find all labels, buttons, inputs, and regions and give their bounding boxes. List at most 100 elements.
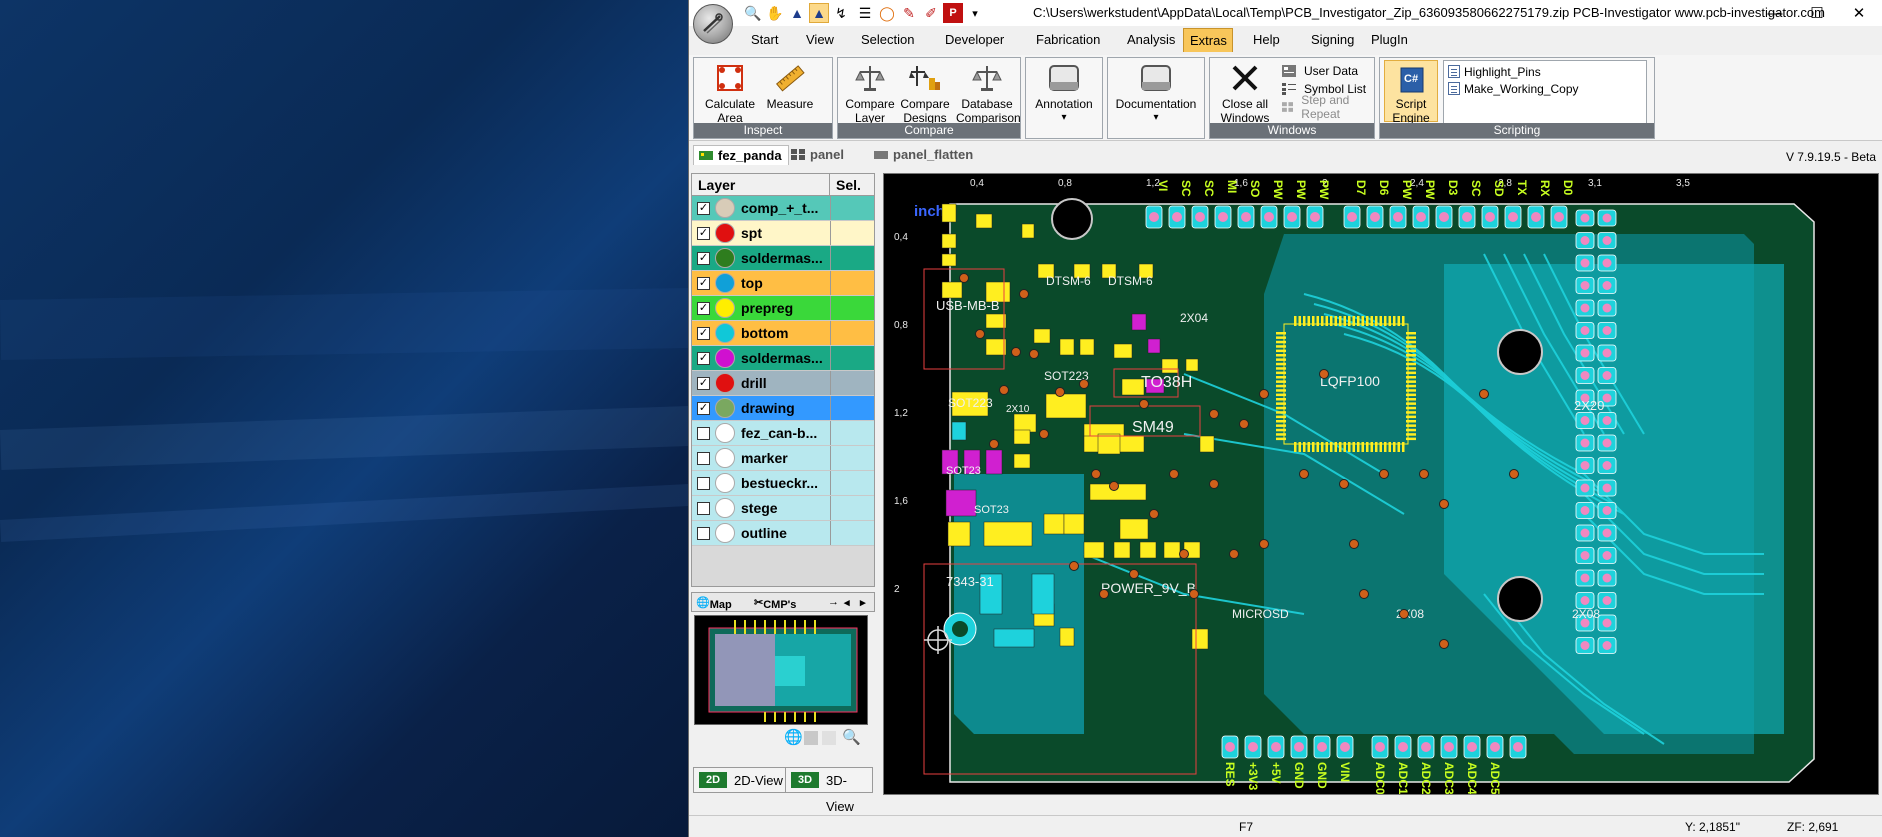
select-arrow-icon[interactable]: ▲ — [809, 3, 829, 23]
compare-designs-button[interactable]: Compare Designs — [898, 60, 952, 125]
layer-color-swatch[interactable] — [715, 373, 735, 393]
tab-selection[interactable]: Selection — [855, 28, 920, 52]
layer-row[interactable]: fez_can-b... — [692, 421, 874, 446]
layer-row[interactable]: stege — [692, 496, 874, 521]
layer-select-cell[interactable] — [830, 271, 874, 295]
cmps-tab[interactable]: ✂ CMP's — [754, 596, 796, 611]
layer-select-cell[interactable] — [830, 471, 874, 495]
magnifier-icon[interactable]: 🔍 — [842, 728, 861, 746]
pcb-canvas[interactable]: 0,4 0,8 1,2 1,6 2 2,4 2,8 3,1 3,5 0,4 0,8 1,2 1,6 2 … — [883, 173, 1879, 795]
layer-select-cell[interactable] — [830, 421, 874, 445]
hand-icon[interactable]: ✋ — [765, 3, 785, 23]
step-and-repeat-button[interactable]: Step and Repeat — [1282, 93, 1374, 121]
list-icon[interactable]: ☰ — [855, 3, 875, 23]
layer-visibility-checkbox[interactable] — [697, 501, 710, 515]
map-tab[interactable]: 🌐 Map — [696, 596, 732, 611]
square-icon[interactable] — [804, 731, 818, 745]
arrow-icon[interactable]: ▲ — [787, 3, 807, 23]
doc-tab-panel-flatten[interactable]: panel_flatten — [869, 145, 979, 165]
layer-visibility-checkbox[interactable]: ✓ — [697, 301, 710, 315]
layer-color-swatch[interactable] — [715, 448, 735, 468]
maximize-button[interactable]: ☐ — [1797, 0, 1837, 26]
minimize-button[interactable]: — — [1755, 0, 1795, 26]
layer-color-swatch[interactable] — [715, 348, 735, 368]
layer-visibility-checkbox[interactable]: ✓ — [697, 376, 710, 390]
layer-color-swatch[interactable] — [715, 298, 735, 318]
layer-select-cell[interactable] — [830, 521, 874, 545]
layer-row[interactable]: ✓ bottom — [692, 321, 874, 346]
dropdown-icon[interactable]: ▾ — [965, 3, 985, 23]
layer-color-swatch[interactable] — [715, 223, 735, 243]
layer-column-header[interactable]: Layer — [692, 174, 830, 195]
globe-icon[interactable]: 🌐 — [784, 728, 803, 746]
layer-visibility-checkbox[interactable] — [697, 451, 710, 465]
tab-view[interactable]: View — [800, 28, 840, 52]
layer-select-cell[interactable] — [830, 446, 874, 470]
pdf-icon[interactable]: P — [943, 3, 963, 23]
annotation-button[interactable]: Annotation ▾ — [1030, 60, 1098, 125]
layer-color-swatch[interactable] — [715, 523, 735, 543]
layer-row[interactable]: ✓ comp_+_t... — [692, 196, 874, 221]
sel-column-header[interactable]: Sel. — [830, 174, 867, 195]
route-icon[interactable]: ↯ — [831, 3, 851, 23]
layer-select-cell[interactable] — [830, 371, 874, 395]
minimap[interactable] — [694, 615, 868, 725]
layer-visibility-checkbox[interactable]: ✓ — [697, 351, 710, 365]
tab-developer[interactable]: Developer — [939, 28, 1010, 52]
layer-select-cell[interactable] — [830, 396, 874, 420]
layer-row[interactable]: ✓ spt — [692, 221, 874, 246]
brush-icon[interactable]: ✐ — [921, 3, 941, 23]
script-item-make-working-copy[interactable]: Make_Working_Copy — [1448, 80, 1642, 97]
tab-fabrication[interactable]: Fabrication — [1030, 28, 1106, 52]
tab-plugin[interactable]: PlugIn — [1365, 28, 1414, 52]
scroll-left-icon[interactable]: ◂ — [844, 596, 850, 609]
layer-visibility-checkbox[interactable]: ✓ — [697, 401, 710, 415]
layer-color-swatch[interactable] — [715, 423, 735, 443]
layer-row[interactable]: outline — [692, 521, 874, 546]
layer-visibility-checkbox[interactable]: ✓ — [697, 201, 710, 215]
tab-arrow-icon[interactable]: → — [828, 596, 839, 608]
layer-color-swatch[interactable] — [715, 273, 735, 293]
layer-select-cell[interactable] — [830, 346, 874, 370]
measure-button[interactable]: Measure — [762, 60, 818, 111]
layer-row[interactable]: ✓ drill — [692, 371, 874, 396]
layer-visibility-checkbox[interactable]: ✓ — [697, 276, 710, 290]
layer-select-cell[interactable] — [830, 321, 874, 345]
tab-signing[interactable]: Signing — [1305, 28, 1360, 52]
layer-row[interactable]: ✓ soldermas... — [692, 346, 874, 371]
doc-tab-fez-panda[interactable]: fez_panda — [693, 145, 789, 165]
layer-visibility-checkbox[interactable]: ✓ — [697, 326, 710, 340]
tab-extras[interactable]: Extras — [1183, 28, 1233, 52]
layer-row[interactable]: bestueckr... — [692, 471, 874, 496]
layer-color-swatch[interactable] — [715, 198, 735, 218]
tab-help[interactable]: Help — [1247, 28, 1286, 52]
compare-layer-button[interactable]: Compare Layer — [844, 60, 896, 125]
layer-row[interactable]: ✓ drawing — [692, 396, 874, 421]
tab-analysis[interactable]: Analysis — [1121, 28, 1181, 52]
view-3d-button[interactable]: 3D 3D-View — [785, 767, 873, 814]
layer-row[interactable]: ✓ top — [692, 271, 874, 296]
layer-color-swatch[interactable] — [715, 498, 735, 518]
layer-color-swatch[interactable] — [715, 248, 735, 268]
scroll-right-icon[interactable]: ▸ — [860, 596, 866, 609]
layer-visibility-checkbox[interactable]: ✓ — [697, 226, 710, 240]
close-button[interactable]: ✕ — [1839, 0, 1879, 26]
tab-start[interactable]: Start — [745, 28, 784, 52]
script-item-highlight-pins[interactable]: Highlight_Pins — [1448, 63, 1642, 80]
pcb-drawing[interactable]: 0,4 0,8 1,2 1,6 2 2,4 2,8 3,1 3,5 0,40,81,21,62 … — [884, 174, 1879, 795]
zoom-icon[interactable]: 🔍 — [743, 3, 763, 23]
layer-select-cell[interactable] — [830, 246, 874, 270]
script-engine-button[interactable]: C# Script Engine — [1384, 60, 1438, 125]
layer-select-cell[interactable] — [830, 296, 874, 320]
square-icon[interactable] — [822, 731, 836, 745]
layer-select-cell[interactable] — [830, 196, 874, 220]
layer-row[interactable]: ✓ prepreg — [692, 296, 874, 321]
user-data-button[interactable]: User Data — [1282, 62, 1358, 80]
layer-visibility-checkbox[interactable] — [697, 476, 710, 490]
pen-icon[interactable]: ✎ — [899, 3, 919, 23]
doc-tab-panel[interactable]: panel — [786, 145, 850, 165]
layer-select-cell[interactable] — [830, 221, 874, 245]
layer-color-swatch[interactable] — [715, 398, 735, 418]
view-2d-button[interactable]: 2D 2D-View — [693, 767, 790, 793]
layer-select-cell[interactable] — [830, 496, 874, 520]
